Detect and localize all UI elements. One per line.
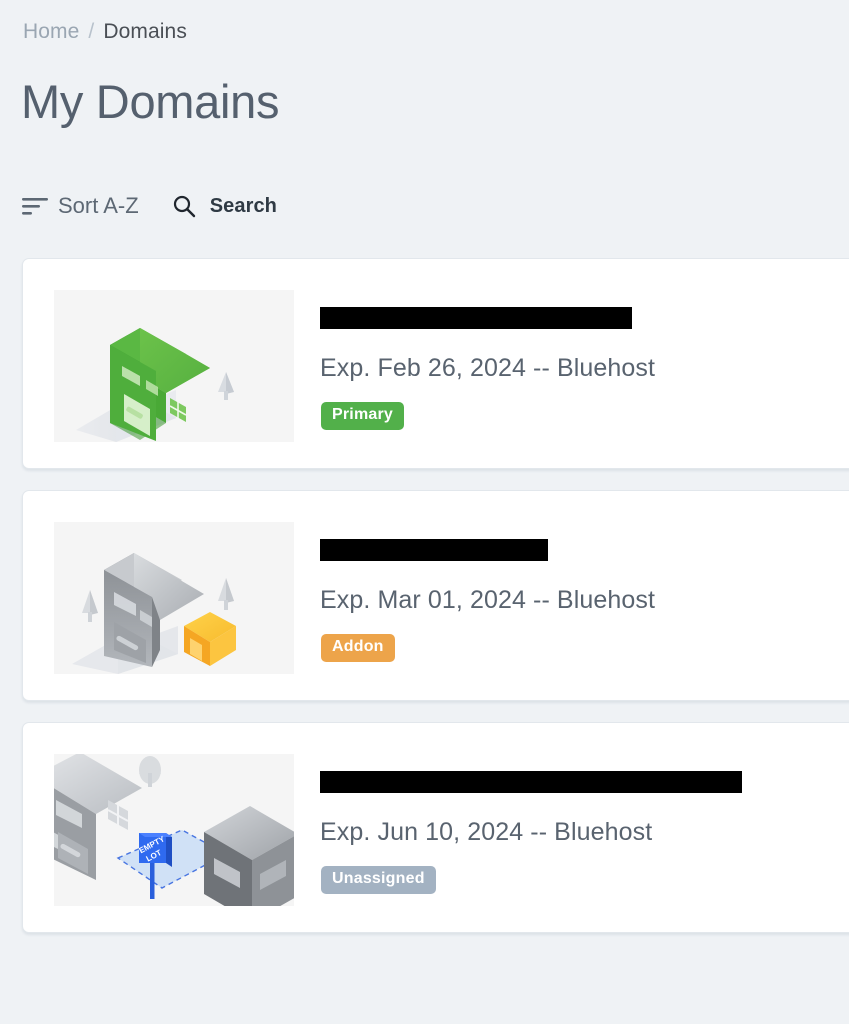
breadcrumb-separator: / xyxy=(88,20,95,43)
breadcrumb-home-link[interactable]: Home xyxy=(23,20,79,44)
domain-card[interactable]: Exp. Feb 26, 2024 -- Bluehost Primary xyxy=(22,258,849,469)
domain-name[interactable] xyxy=(320,771,742,801)
status-badge: Primary xyxy=(321,402,404,430)
domain-expiration: Exp. Mar 01, 2024 -- Bluehost xyxy=(320,586,656,614)
gray-house-addon-illustration-icon xyxy=(54,522,294,674)
sort-lines-icon xyxy=(22,197,48,216)
domain-card-body: Exp. Mar 01, 2024 -- Bluehost Addon xyxy=(320,491,849,700)
green-house-primary-illustration-icon xyxy=(54,290,294,442)
empty-lot-sign-illustration-icon: EMPTY LOT xyxy=(54,754,294,906)
domain-expiration: Exp. Feb 26, 2024 -- Bluehost xyxy=(320,354,656,382)
sort-button[interactable]: Sort A-Z xyxy=(22,193,139,219)
domain-thumbnail: EMPTY LOT xyxy=(54,754,294,906)
domain-name-redaction-bar xyxy=(320,771,742,793)
domain-thumbnail xyxy=(54,522,294,674)
page-title: My Domains xyxy=(21,75,280,128)
domain-name[interactable] xyxy=(320,307,632,337)
breadcrumb-current-domains: Domains xyxy=(103,20,187,43)
domain-card-list: Exp. Feb 26, 2024 -- Bluehost Primary Ex… xyxy=(0,258,849,954)
domain-expiration: Exp. Jun 10, 2024 -- Bluehost xyxy=(320,818,653,846)
domain-name-redaction-bar xyxy=(320,539,548,561)
domain-thumbnail xyxy=(54,290,294,442)
domain-name-redaction-bar xyxy=(320,307,632,329)
breadcrumb: Home / Domains xyxy=(23,20,187,44)
search-magnifier-icon xyxy=(172,194,196,218)
domain-name[interactable] xyxy=(320,539,548,569)
sort-label: Sort A-Z xyxy=(58,193,139,218)
toolbar: Sort A-Z Search xyxy=(22,193,277,219)
search-label: Search xyxy=(209,194,277,217)
status-badge: Addon xyxy=(321,634,395,662)
search-button[interactable]: Search xyxy=(172,194,277,218)
status-badge: Unassigned xyxy=(321,866,436,894)
domain-card[interactable]: EMPTY LOT Exp. Jun 10, 2024 -- Bluehost … xyxy=(22,722,849,933)
domain-card-body: Exp. Jun 10, 2024 -- Bluehost Unassigned xyxy=(320,723,849,932)
domain-card[interactable]: Exp. Mar 01, 2024 -- Bluehost Addon xyxy=(22,490,849,701)
my-domains-page: Home / Domains My Domains Sort A-Z Searc… xyxy=(0,0,849,1024)
domain-card-body: Exp. Feb 26, 2024 -- Bluehost Primary xyxy=(320,259,849,468)
